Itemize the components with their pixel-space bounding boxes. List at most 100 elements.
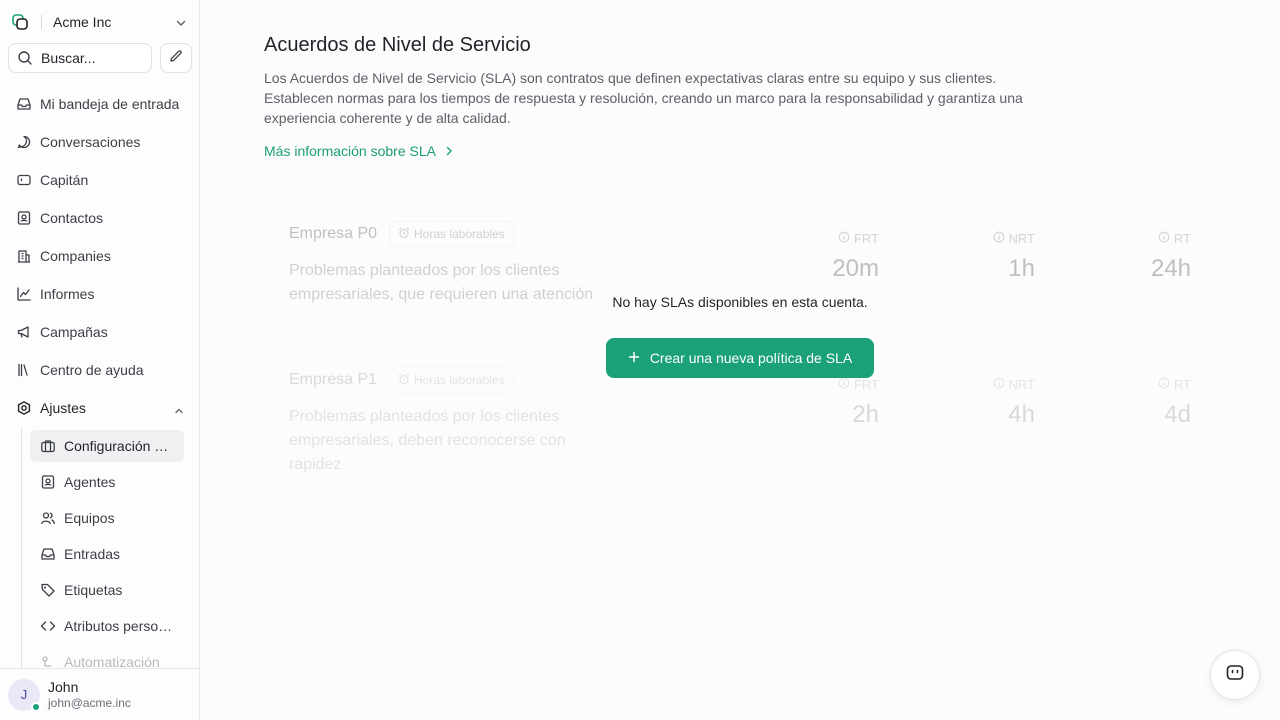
inbox-icon [16, 96, 32, 112]
search-input[interactable] [41, 50, 141, 66]
page-title: Acuerdos de Nivel de Servicio [264, 34, 531, 56]
search-icon [17, 50, 33, 66]
main-content: Acuerdos de Nivel de Servicio Los Acuerd… [200, 0, 1280, 720]
sub-item-label: Atributos personalizados [64, 618, 176, 634]
metric-label: NRT [993, 231, 1035, 246]
account-divider [41, 15, 42, 29]
metric-label-text: RT [1173, 231, 1191, 246]
chat-bubble-icon [16, 134, 32, 150]
metric-value: 4d [1164, 401, 1191, 428]
metric-label-text: NRT [1008, 231, 1035, 246]
user-profile[interactable]: J John john@acme.inc [0, 668, 199, 720]
metric-label-text: RT [1173, 377, 1191, 392]
online-status-dot [31, 701, 41, 712]
business-hours-badge: Horas laborables [389, 367, 514, 393]
contact-card-icon [16, 210, 32, 226]
account-switcher[interactable]: Acme Inc [12, 10, 187, 34]
info-icon [1158, 231, 1170, 246]
sidebar: Acme Inc Mi bandeja de entrada Conversac… [0, 0, 200, 720]
building-icon [16, 248, 32, 264]
settings-icon [16, 400, 32, 416]
alarm-clock-icon [398, 227, 410, 242]
nav-item-label: Informes [40, 286, 95, 302]
sla-name: Empresa P0 [289, 225, 378, 242]
business-hours-badge: Horas laborables [389, 221, 514, 247]
sub-item-teams[interactable]: Equipos [30, 500, 184, 536]
nav-item-label: Companies [40, 248, 111, 264]
sub-item-custom-attributes[interactable]: Atributos personalizados [30, 608, 184, 644]
inbox-icon [40, 546, 56, 562]
metric-label: RT [1158, 377, 1191, 392]
info-icon [838, 377, 850, 392]
nav-item-conversations[interactable]: Conversaciones [8, 123, 192, 161]
learn-more-link[interactable]: Más información sobre SLA [264, 143, 454, 159]
line-chart-icon [16, 286, 32, 302]
info-icon [838, 231, 850, 246]
chat-widget-button[interactable] [1210, 650, 1260, 700]
empty-state-message: No hay SLAs disponibles en esta cuenta. [612, 294, 868, 310]
sub-item-account-settings[interactable]: Configuración de la cuenta [30, 430, 184, 462]
metric-value: 2h [852, 401, 879, 428]
user-email: john@acme.inc [48, 695, 131, 710]
metric-label: FRT [838, 231, 879, 246]
chevron-down-icon[interactable] [175, 16, 187, 28]
nav-item-help-center[interactable]: Centro de ayuda [8, 351, 192, 389]
learn-more-label: Más información sobre SLA [264, 143, 436, 159]
metric-value: 24h [1150, 255, 1191, 282]
metric-label: FRT [838, 377, 879, 392]
sub-item-agents[interactable]: Agentes [30, 464, 184, 500]
chevron-right-icon [444, 143, 454, 159]
user-text: John john@acme.inc [48, 679, 131, 711]
metric-label: NRT [993, 377, 1035, 392]
library-icon [16, 362, 32, 378]
plus-icon [628, 350, 640, 366]
primary-nav: Mi bandeja de entrada Conversaciones Cap… [8, 85, 192, 427]
nav-item-label: Centro de ayuda [40, 362, 144, 378]
sub-item-label: Equipos [64, 510, 115, 526]
nav-item-inbox[interactable]: Mi bandeja de entrada [8, 85, 192, 123]
nav-item-captain[interactable]: Capitán [8, 161, 192, 199]
metric-label-text: FRT [853, 377, 879, 392]
nav-group-label: Ajustes [40, 400, 86, 416]
nav-item-label: Campañas [40, 324, 108, 340]
search-row [8, 43, 192, 73]
team-icon [40, 510, 56, 526]
metric-label-text: FRT [853, 231, 879, 246]
search-box[interactable] [8, 43, 152, 73]
create-sla-button[interactable]: Crear una nueva política de SLA [606, 338, 874, 378]
metric-value: 20m [832, 255, 879, 282]
app-logo-icon [12, 14, 28, 30]
nav-item-label: Contactos [40, 210, 104, 226]
code-icon [40, 618, 56, 634]
robot-icon [16, 172, 32, 188]
sub-item-label: Configuración de la cuenta [64, 438, 176, 454]
sub-item-labels[interactable]: Etiquetas [30, 572, 184, 608]
sla-description: Problemas planteados por los clientes em… [289, 408, 566, 473]
create-sla-label: Crear una nueva política de SLA [649, 350, 853, 366]
sub-item-label: Etiquetas [64, 582, 123, 598]
avatar: J [8, 678, 41, 712]
sub-item-automation[interactable]: Automatización [30, 644, 184, 668]
nav-item-companies[interactable]: Companies [8, 237, 192, 275]
metric-rt: RT 4d [1059, 361, 1215, 453]
badge-label: Horas laborables [414, 373, 505, 387]
account-name: Acme Inc [53, 14, 112, 30]
sub-item-label: Entradas [64, 546, 121, 562]
nav-item-label: Mi bandeja de entrada [40, 96, 180, 112]
nav-item-reports[interactable]: Informes [8, 275, 192, 313]
nav-item-campaigns[interactable]: Campañas [8, 313, 192, 351]
sub-item-inboxes[interactable]: Entradas [30, 536, 184, 572]
compose-button[interactable] [160, 43, 192, 73]
chevron-up-icon [174, 403, 184, 414]
info-icon [1158, 377, 1170, 392]
briefcase-icon [40, 438, 56, 454]
sla-name: Empresa P1 [289, 371, 378, 388]
agent-icon [40, 474, 56, 490]
pencil-icon [168, 48, 184, 69]
automation-icon [40, 654, 56, 668]
chat-widget-icon [1225, 663, 1245, 688]
nav-item-contacts[interactable]: Contactos [8, 199, 192, 237]
badge-label: Horas laborables [414, 227, 505, 241]
metric-label: RT [1158, 231, 1191, 246]
nav-group-settings[interactable]: Ajustes [8, 389, 192, 427]
